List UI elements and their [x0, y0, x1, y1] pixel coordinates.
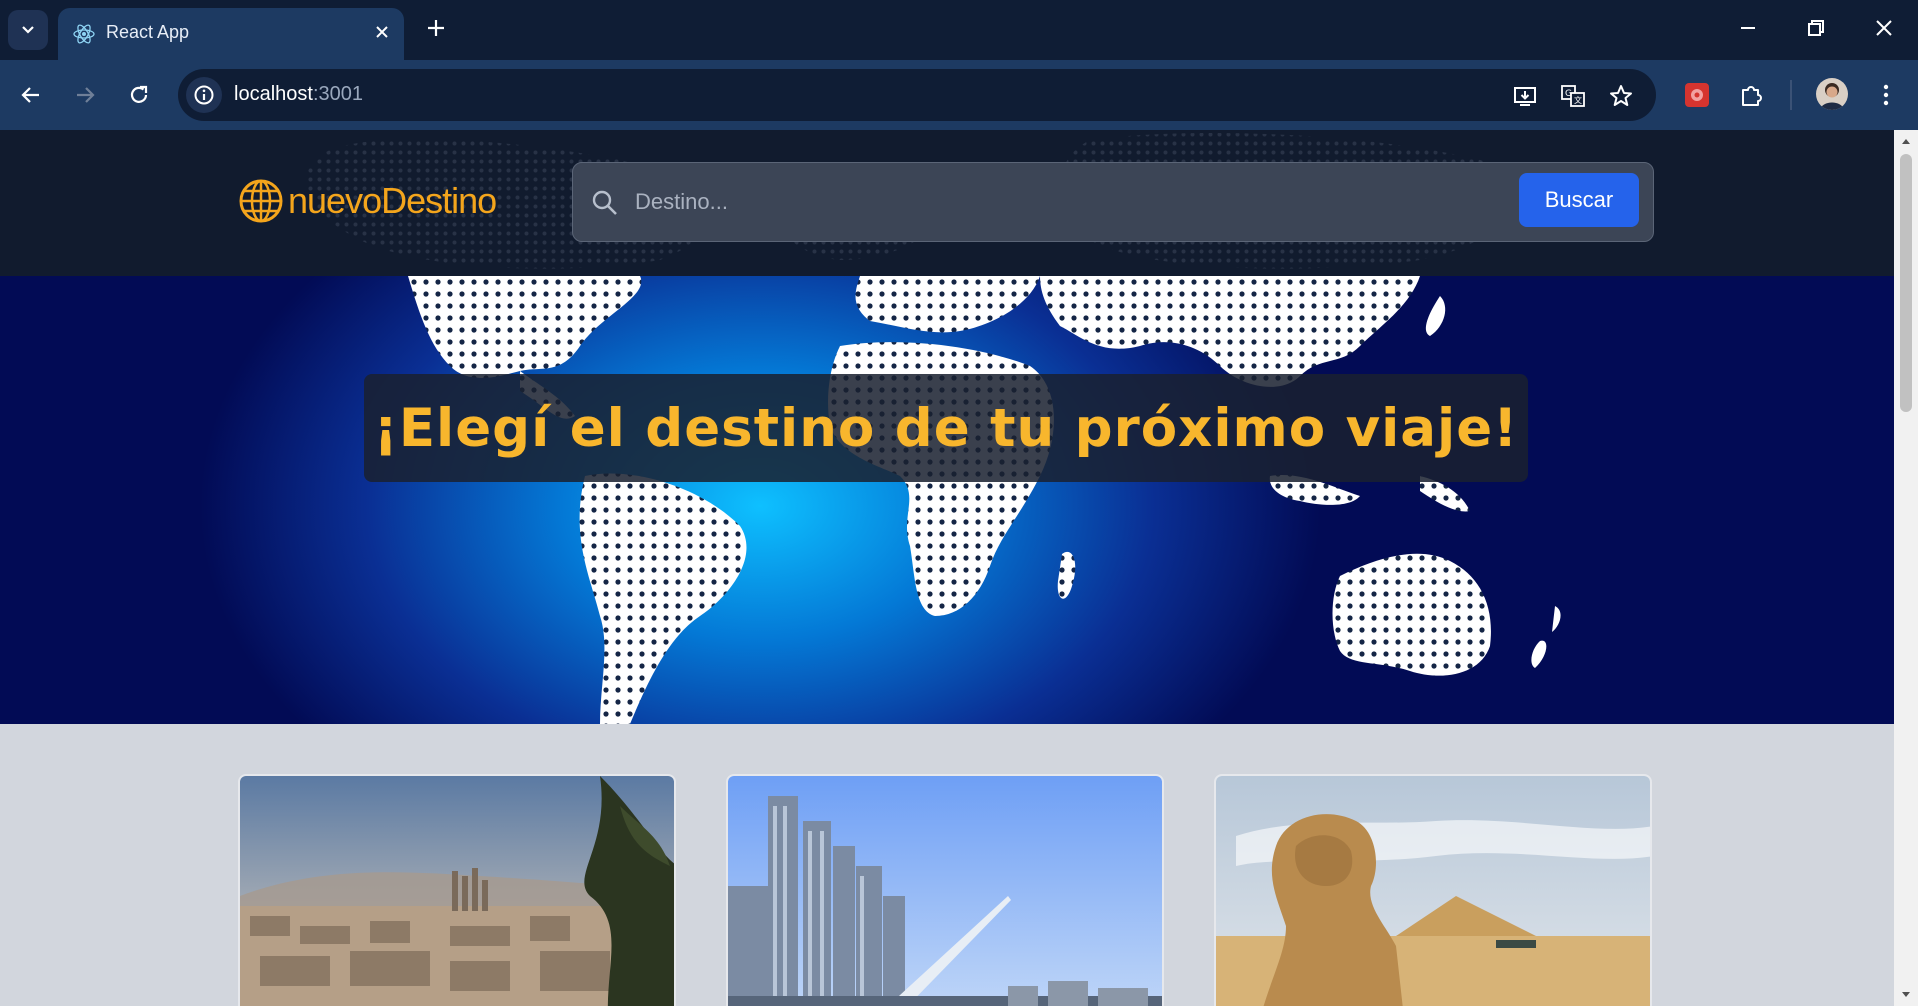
new-tab-icon[interactable]	[424, 16, 448, 40]
puzzle-icon[interactable]	[1738, 82, 1764, 108]
scrollbar-thumb[interactable]	[1900, 154, 1912, 412]
barcelona-image	[240, 776, 674, 1006]
chevron-down-icon	[22, 26, 34, 34]
address-bar[interactable]: localhost:3001 G文	[178, 69, 1656, 121]
svg-text:文: 文	[1574, 95, 1582, 105]
page-scrollbar[interactable]	[1894, 130, 1918, 1006]
forward-icon[interactable]	[72, 82, 98, 108]
buenos-aires-image	[728, 776, 1162, 1006]
menu-icon[interactable]	[1880, 82, 1892, 108]
restore-icon[interactable]	[1804, 16, 1828, 40]
destination-card-barcelona[interactable]	[238, 774, 676, 1006]
search-button[interactable]: Buscar	[1519, 173, 1639, 227]
sphinx-image	[1216, 776, 1650, 1006]
search-bar: Buscar	[572, 162, 1654, 242]
world-map-image	[408, 276, 1561, 724]
scroll-up-icon[interactable]	[1900, 136, 1912, 148]
translate-icon[interactable]: G文	[1560, 83, 1586, 109]
hero-banner: ¡Elegí el destino de tu próximo viaje!	[0, 276, 1894, 724]
browser-toolbar: localhost:3001 G文	[0, 60, 1918, 130]
browser-tab-bar: React App	[0, 0, 1918, 60]
url-text: localhost:3001	[234, 83, 363, 105]
active-tab[interactable]: React App	[58, 8, 404, 60]
window-close-icon[interactable]	[1872, 16, 1896, 40]
minimize-icon[interactable]	[1736, 16, 1760, 40]
hero-title-box: ¡Elegí el destino de tu próximo viaje!	[364, 374, 1528, 482]
react-icon	[73, 24, 95, 44]
back-icon[interactable]	[18, 82, 44, 108]
tab-search-button[interactable]	[8, 10, 48, 50]
profile-avatar[interactable]	[1816, 78, 1848, 110]
site-header: nuevoDestino Buscar	[0, 130, 1894, 276]
logo-text: nuevoDestino	[288, 180, 497, 221]
search-input[interactable]	[633, 181, 1513, 223]
reload-icon[interactable]	[126, 82, 152, 108]
person-icon	[1820, 83, 1844, 110]
globe-icon	[239, 179, 283, 223]
close-icon[interactable]	[374, 24, 390, 40]
destination-cards	[0, 724, 1894, 1006]
destination-card-buenos-aires[interactable]	[726, 774, 1164, 1006]
install-icon[interactable]	[1512, 83, 1538, 109]
star-icon[interactable]	[1608, 83, 1634, 109]
page-viewport: nuevoDestino Buscar	[0, 130, 1894, 1006]
info-icon	[194, 85, 214, 105]
tab-title: React App	[106, 22, 190, 42]
scroll-down-icon[interactable]	[1900, 988, 1912, 1000]
svg-text:G: G	[1565, 89, 1572, 99]
site-info-button[interactable]	[186, 77, 222, 113]
toolbar-divider	[1790, 80, 1792, 110]
extension-icon[interactable]	[1684, 82, 1710, 108]
destination-card-egypt[interactable]	[1214, 774, 1652, 1006]
search-icon	[592, 190, 617, 215]
hero-title: ¡Elegí el destino de tu próximo viaje!	[373, 397, 1519, 459]
site-logo[interactable]: nuevoDestino	[238, 178, 497, 224]
